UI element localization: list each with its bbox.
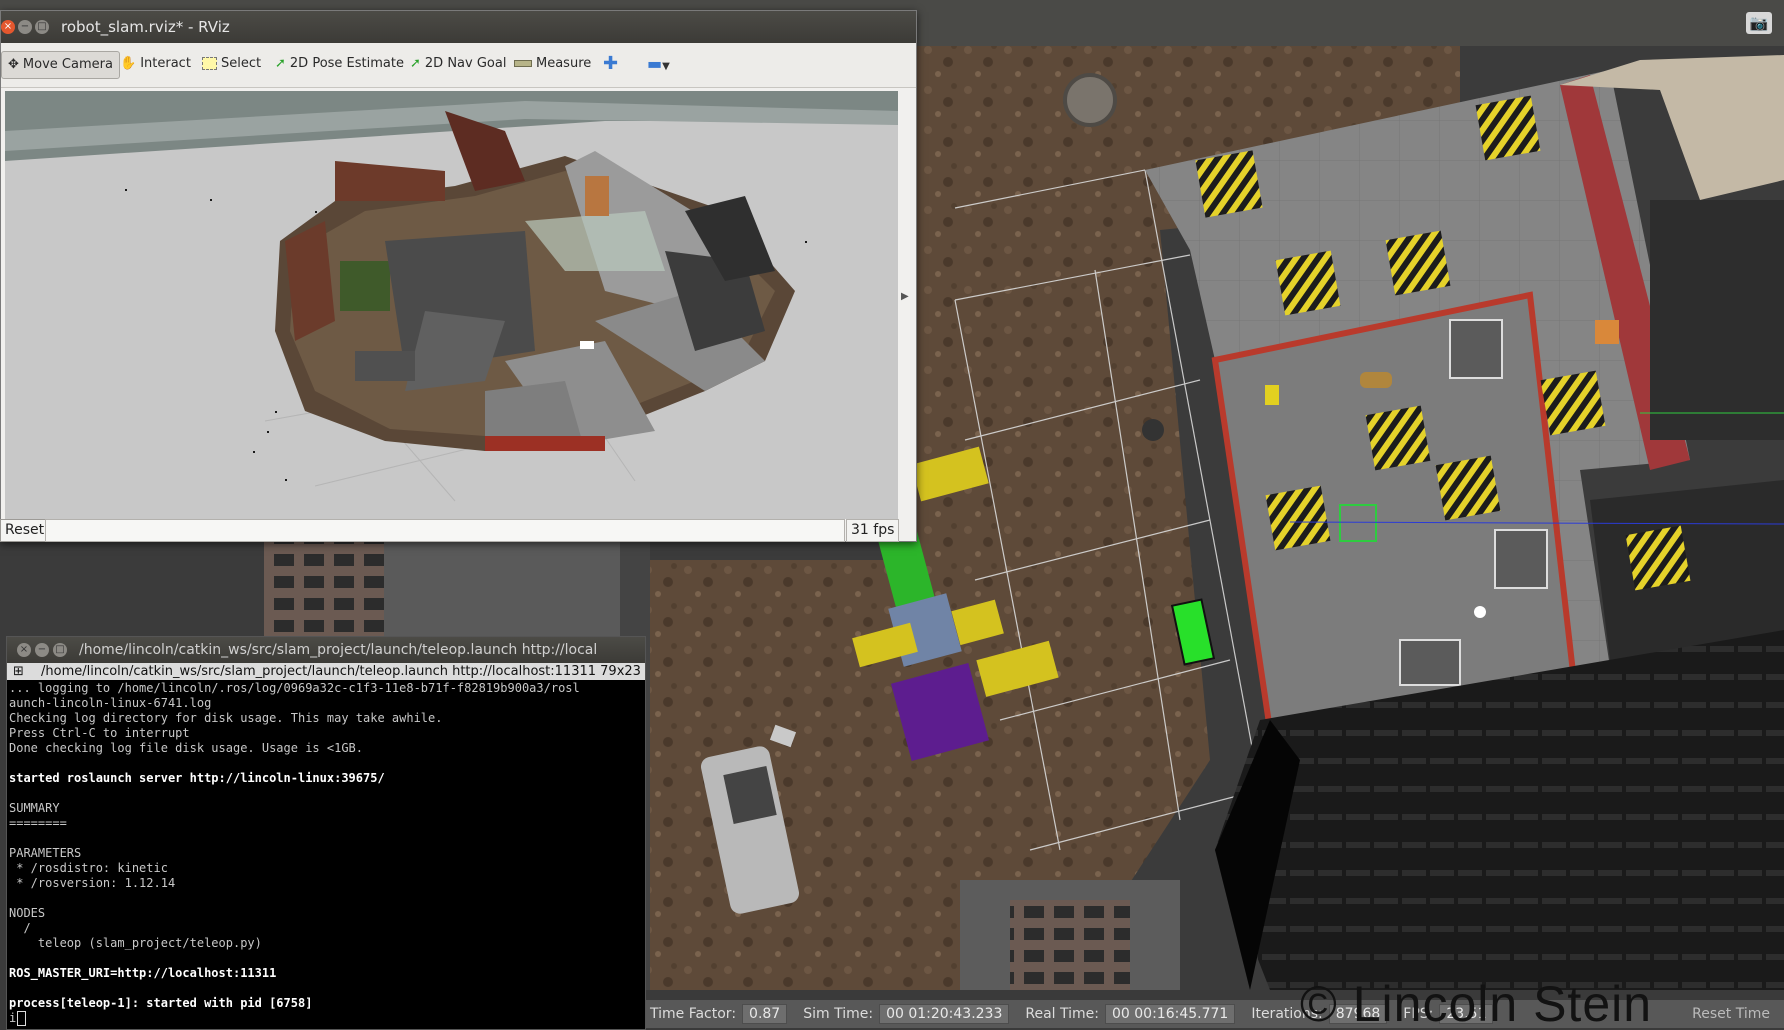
select-box-icon — [202, 57, 217, 70]
terminal-window: × − □ /home/lincoln/catkin_ws/src/slam_p… — [6, 636, 646, 1030]
ruler-icon — [514, 60, 532, 67]
real-time-value: 00 00:16:45.771 — [1105, 1004, 1236, 1024]
screenshot-icon[interactable]: 📷 — [1746, 12, 1772, 34]
collapse-panel-icon[interactable]: ▶ — [901, 291, 909, 302]
move-camera-label: Move Camera — [22, 57, 113, 72]
terminal-line: ROS_MASTER_URI=http://localhost:11311 — [9, 966, 277, 980]
measure-label: Measure — [536, 56, 592, 71]
terminal-output[interactable]: ... logging to /home/lincoln/.ros/log/09… — [9, 681, 643, 1029]
rviz-window: × − □ robot_slam.rviz* - RViz ✥ Move Came… — [0, 10, 917, 542]
green-arrow-icon: ➚ — [275, 56, 286, 71]
select-label: Select — [221, 56, 262, 71]
copyright-watermark: © Lincoln Stein — [1300, 976, 1653, 1028]
close-icon[interactable]: × — [1, 20, 15, 34]
green-arrow-icon: ➚ — [410, 56, 421, 71]
pose-estimate-tool[interactable]: ➚ 2D Pose Estimate — [269, 51, 410, 77]
reset-button[interactable]: Reset — [0, 519, 50, 542]
time-factor-value: 0.87 — [742, 1004, 788, 1024]
nav-goal-tool[interactable]: ➚ 2D Nav Goal — [404, 51, 512, 77]
pose-estimate-label: 2D Pose Estimate — [289, 56, 404, 71]
close-icon[interactable]: × — [17, 643, 31, 657]
terminal-line: ======== — [9, 816, 67, 830]
terminal-line: * /rosversion: 1.12.14 — [9, 876, 176, 890]
terminal-line: SUMMARY — [9, 801, 60, 815]
terminal-cursor — [17, 1011, 27, 1026]
terminal-line: aunch-lincoln-linux-6741.log — [9, 696, 212, 710]
rviz-3d-view[interactable] — [5, 91, 898, 519]
sim-time-value: 00 01:20:43.233 — [879, 1004, 1010, 1024]
rviz-statusbar: Reset 31 fps — [0, 519, 916, 542]
terminal-line: ... logging to /home/lincoln/.ros/log/09… — [9, 681, 580, 695]
terminal-tab-icon: ⊞ — [13, 664, 24, 679]
minimize-icon[interactable]: − — [35, 643, 49, 657]
terminal-line: teleop (slam_project/teleop.py) — [9, 936, 262, 950]
terminal-titlebar: × − □ /home/lincoln/catkin_ws/src/slam_p… — [7, 637, 645, 663]
nav-goal-label: 2D Nav Goal — [424, 56, 507, 71]
status-field — [45, 519, 845, 542]
sim-time-label: Sim Time: — [803, 1006, 874, 1022]
minimize-icon[interactable]: − — [18, 20, 32, 34]
move-camera-tool[interactable]: ✥ Move Camera — [1, 51, 120, 79]
terminal-line: Done checking log file disk usage. Usage… — [9, 741, 364, 755]
time-factor-label: Time Factor: — [650, 1006, 737, 1022]
hand-icon: ✋ — [120, 56, 137, 71]
rviz-toolbar: ✥ Move Camera ✋ Interact Select ➚ 2D Pose E… — [1, 43, 916, 88]
rviz-titlebar: × − □ robot_slam.rviz* - RViz — [1, 11, 916, 43]
select-tool[interactable]: Select — [196, 51, 267, 77]
interact-tool[interactable]: ✋ Interact — [114, 51, 197, 77]
add-tool-icon[interactable]: ✚ — [597, 51, 624, 77]
terminal-title-text: /home/lincoln/catkin_ws/src/slam_project… — [79, 642, 598, 658]
terminal-line: i — [9, 1011, 643, 1026]
interact-label: Interact — [140, 56, 191, 71]
rviz-title-text: robot_slam.rviz* - RViz — [61, 18, 230, 36]
terminal-line: process[teleop-1]: started with pid [675… — [9, 996, 313, 1010]
measure-tool[interactable]: Measure — [508, 51, 597, 77]
terminal-line: / — [9, 921, 31, 935]
remove-tool-icon[interactable]: ▬▼ — [641, 51, 676, 77]
maximize-icon[interactable]: □ — [35, 20, 49, 34]
terminal-line: Checking log directory for disk usage. T… — [9, 711, 443, 725]
terminal-line: PARAMETERS — [9, 846, 82, 860]
real-time-label: Real Time: — [1025, 1006, 1099, 1022]
terminal-line: NODES — [9, 906, 46, 920]
reset-time-button[interactable]: Reset Time — [1692, 1006, 1770, 1022]
terminal-tab-title: /home/lincoln/catkin_ws/src/slam_project… — [41, 664, 641, 679]
terminal-line: started roslaunch server http://lincoln-… — [9, 771, 385, 785]
terminal-tab[interactable]: ⊞ /home/lincoln/catkin_ws/src/slam_proje… — [7, 663, 645, 680]
maximize-icon[interactable]: □ — [53, 643, 67, 657]
fps-readout: 31 fps — [846, 519, 900, 542]
terminal-line: Press Ctrl-C to interrupt — [9, 726, 190, 740]
terminal-line: * /rosdistro: kinetic — [9, 861, 168, 875]
move-camera-icon: ✥ — [8, 57, 19, 72]
